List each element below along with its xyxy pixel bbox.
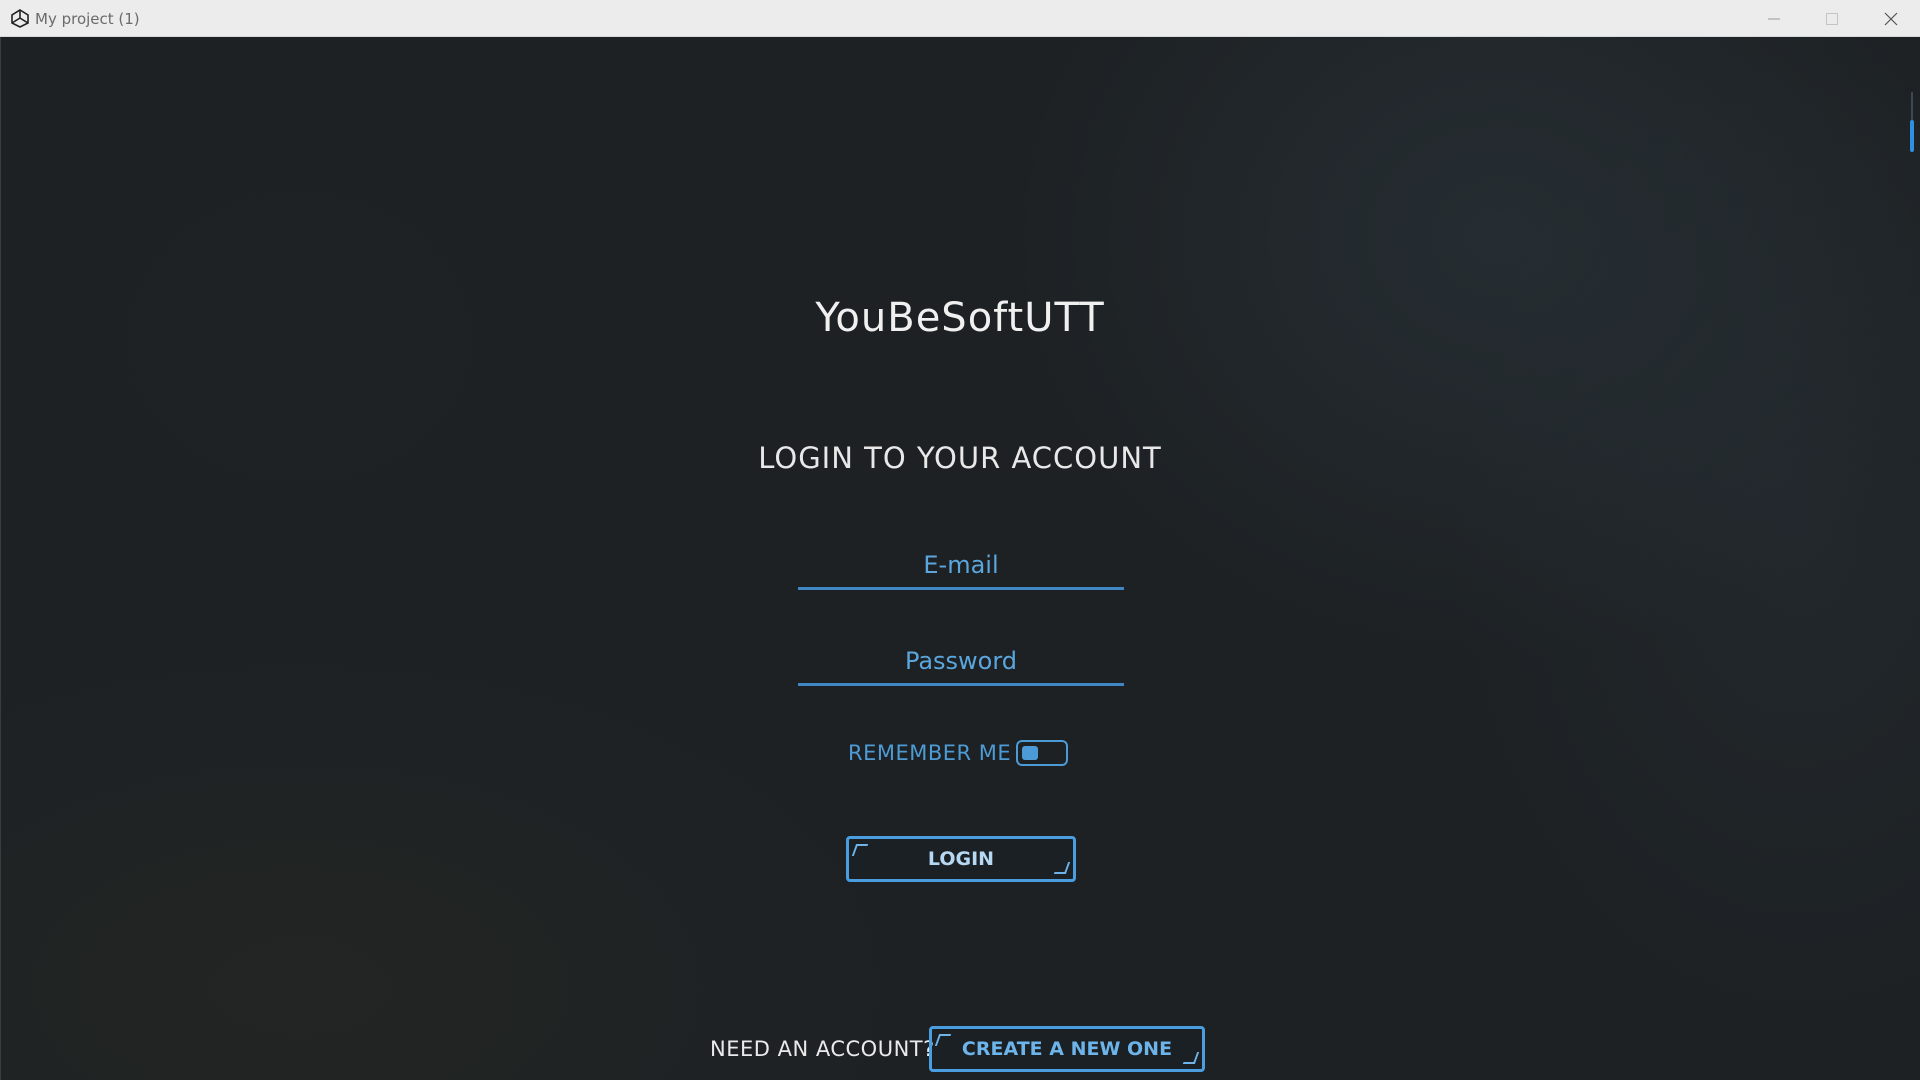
app-window: My project (1) YouBeSoftUTT LOGIN TO YOU… <box>0 0 1920 1080</box>
window-title: My project (1) <box>35 10 140 28</box>
login-button[interactable]: LOGIN <box>846 836 1076 882</box>
password-input[interactable] <box>798 638 1124 683</box>
password-field[interactable] <box>798 638 1124 686</box>
corner-accent-icon <box>1053 862 1071 874</box>
unity-icon <box>10 8 30 28</box>
create-account-button-label: CREATE A NEW ONE <box>961 1038 1173 1060</box>
email-input[interactable] <box>798 542 1124 587</box>
scrollbar-thumb[interactable] <box>1910 120 1914 152</box>
minimize-icon <box>1768 18 1780 20</box>
need-account-prompt: NEED AN ACCOUNT? <box>710 1037 935 1061</box>
create-account-button[interactable]: CREATE A NEW ONE <box>929 1026 1205 1072</box>
email-field[interactable] <box>798 542 1124 590</box>
maximize-icon <box>1826 13 1838 25</box>
title-bar[interactable]: My project (1) <box>0 0 1920 37</box>
maximize-button[interactable] <box>1803 0 1861 37</box>
close-icon <box>1884 12 1898 26</box>
close-button[interactable] <box>1862 0 1920 37</box>
toggle-knob <box>1022 746 1038 760</box>
remember-me-label: REMEMBER ME <box>848 741 1012 765</box>
corner-accent-icon <box>851 844 869 856</box>
login-heading: LOGIN TO YOUR ACCOUNT <box>758 441 1162 475</box>
login-button-label: LOGIN <box>927 848 995 870</box>
corner-accent-icon <box>1182 1052 1200 1064</box>
minimize-button[interactable] <box>1745 0 1803 37</box>
window-edge <box>0 37 1 1080</box>
remember-me-toggle[interactable] <box>1016 740 1068 766</box>
app-name-title: YouBeSoftUTT <box>815 295 1105 341</box>
corner-accent-icon <box>934 1034 952 1046</box>
